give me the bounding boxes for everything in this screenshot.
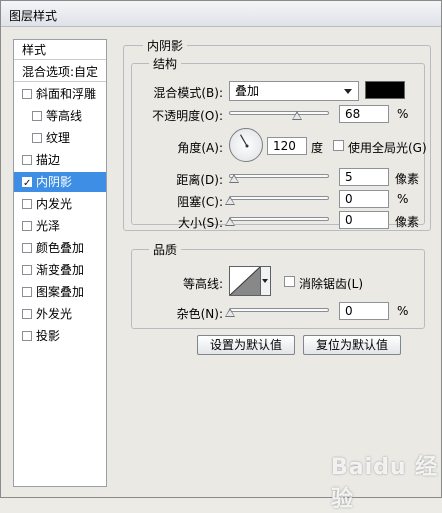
style-list-item[interactable]: 渐变叠加 bbox=[14, 260, 106, 280]
opacity-input[interactable]: 68 bbox=[339, 105, 389, 123]
size-slider-thumb[interactable] bbox=[225, 217, 235, 226]
contour-curve-icon bbox=[229, 266, 261, 296]
reset-default-button[interactable]: 复位为默认值 bbox=[303, 335, 401, 355]
style-list-item[interactable]: 内发光 bbox=[14, 194, 106, 214]
opacity-slider-thumb[interactable] bbox=[292, 111, 302, 120]
style-checkbox[interactable] bbox=[22, 331, 32, 341]
style-list-item[interactable]: 图案叠加 bbox=[14, 282, 106, 302]
noise-input[interactable]: 0 bbox=[339, 302, 389, 320]
antialias-label: 消除锯齿(L) bbox=[299, 277, 364, 291]
title-bar: 图层样式 bbox=[1, 1, 441, 27]
style-list-item-label: 外发光 bbox=[36, 307, 73, 321]
size-slider[interactable] bbox=[229, 217, 329, 221]
distance-slider[interactable] bbox=[229, 174, 329, 178]
make-default-button[interactable]: 设置为默认值 bbox=[197, 335, 295, 355]
structure-title: 结构 bbox=[149, 55, 182, 72]
style-checkbox[interactable] bbox=[22, 174, 32, 194]
choke-unit: % bbox=[397, 192, 409, 206]
contour-dropdown[interactable] bbox=[261, 266, 271, 296]
style-list-item[interactable]: 纹理 bbox=[14, 128, 106, 148]
contour-preview[interactable] bbox=[229, 266, 261, 296]
contour-label: 等高线: bbox=[182, 277, 223, 291]
blending-options-item[interactable]: 混合选项:自定 bbox=[14, 62, 106, 82]
chevron-down-icon bbox=[344, 89, 352, 94]
angle-unit: 度 bbox=[311, 141, 324, 155]
style-list-item-label: 等高线 bbox=[46, 109, 83, 123]
style-checkbox[interactable] bbox=[22, 89, 32, 99]
opacity-label: 不透明度(O): bbox=[152, 109, 223, 123]
style-list-item-label: 颜色叠加 bbox=[36, 241, 85, 255]
style-list-item-label: 光泽 bbox=[36, 219, 61, 233]
angle-label: 角度(A): bbox=[177, 141, 223, 155]
style-checkbox[interactable] bbox=[22, 243, 32, 253]
style-list-item[interactable]: 外发光 bbox=[14, 304, 106, 324]
distance-slider-thumb[interactable] bbox=[229, 174, 239, 183]
size-unit: 像素 bbox=[395, 215, 420, 229]
style-list-item-label: 斜面和浮雕 bbox=[36, 87, 97, 101]
style-list-item[interactable]: 斜面和浮雕 bbox=[14, 84, 106, 104]
style-checkbox[interactable] bbox=[32, 111, 42, 121]
global-light-label: 使用全局光(G) bbox=[348, 141, 427, 155]
blend-mode-select[interactable]: 叠加 bbox=[229, 81, 359, 101]
style-checkbox[interactable] bbox=[22, 199, 32, 209]
distance-label: 距离(D): bbox=[176, 173, 223, 187]
style-checkbox[interactable] bbox=[22, 287, 32, 297]
choke-slider[interactable] bbox=[229, 196, 329, 200]
choke-label: 阻塞(C): bbox=[177, 195, 223, 209]
size-label: 大小(S): bbox=[177, 216, 223, 230]
size-input[interactable]: 0 bbox=[339, 211, 389, 229]
style-list-item[interactable]: 描边 bbox=[14, 150, 106, 170]
inner-shadow-title: 内阴影 bbox=[143, 37, 188, 54]
opacity-slider[interactable] bbox=[229, 111, 329, 115]
noise-slider-thumb[interactable] bbox=[225, 308, 235, 317]
angle-input[interactable]: 120 bbox=[267, 137, 307, 155]
style-checkbox[interactable] bbox=[22, 221, 32, 231]
style-list-item-label: 描边 bbox=[36, 153, 61, 167]
noise-unit: % bbox=[397, 304, 409, 318]
opacity-unit: % bbox=[397, 107, 409, 121]
style-list-item[interactable]: 光泽 bbox=[14, 216, 106, 236]
global-light-checkbox[interactable] bbox=[333, 140, 344, 151]
choke-slider-thumb[interactable] bbox=[225, 196, 235, 205]
choke-input[interactable]: 0 bbox=[339, 190, 389, 208]
style-list-item-label: 渐变叠加 bbox=[36, 263, 85, 277]
style-list-item-label: 纹理 bbox=[46, 131, 71, 145]
dialog-title: 图层样式 bbox=[9, 9, 58, 23]
style-checkbox[interactable] bbox=[32, 133, 42, 143]
style-list-item-label: 内发光 bbox=[36, 197, 73, 211]
angle-dial-needle-icon bbox=[239, 134, 249, 148]
distance-input[interactable]: 5 bbox=[339, 168, 389, 186]
style-checkbox[interactable] bbox=[22, 265, 32, 275]
style-list-item[interactable]: 内阴影 bbox=[14, 172, 106, 194]
style-list-item[interactable]: 颜色叠加 bbox=[14, 238, 106, 258]
blend-mode-label: 混合模式(B): bbox=[153, 86, 223, 100]
shadow-color-swatch[interactable] bbox=[365, 81, 405, 99]
noise-slider[interactable] bbox=[229, 308, 329, 312]
style-list: 样式 混合选项:自定 斜面和浮雕等高线纹理描边内阴影内发光光泽颜色叠加渐变叠加图… bbox=[13, 39, 107, 487]
blend-mode-value: 叠加 bbox=[235, 84, 260, 98]
noise-label: 杂色(N): bbox=[176, 307, 223, 321]
distance-unit: 像素 bbox=[395, 172, 420, 186]
baidu-watermark: Baidu 经验 bbox=[331, 455, 439, 512]
angle-dial[interactable] bbox=[229, 128, 263, 162]
style-checkbox[interactable] bbox=[22, 309, 32, 319]
style-list-header[interactable]: 样式 bbox=[14, 40, 106, 60]
style-list-item-label: 图案叠加 bbox=[36, 285, 85, 299]
style-list-item[interactable]: 等高线 bbox=[14, 106, 106, 126]
antialias-checkbox[interactable] bbox=[284, 276, 295, 287]
style-list-item-label: 投影 bbox=[36, 329, 61, 343]
style-list-item[interactable]: 投影 bbox=[14, 326, 106, 346]
quality-title: 品质 bbox=[149, 241, 182, 258]
chevron-down-icon bbox=[262, 279, 268, 283]
style-list-item-label: 内阴影 bbox=[36, 175, 73, 189]
style-checkbox[interactable] bbox=[22, 155, 32, 165]
layer-style-dialog: 图层样式 样式 混合选项:自定 斜面和浮雕等高线纹理描边内阴影内发光光泽颜色叠加… bbox=[0, 0, 442, 512]
